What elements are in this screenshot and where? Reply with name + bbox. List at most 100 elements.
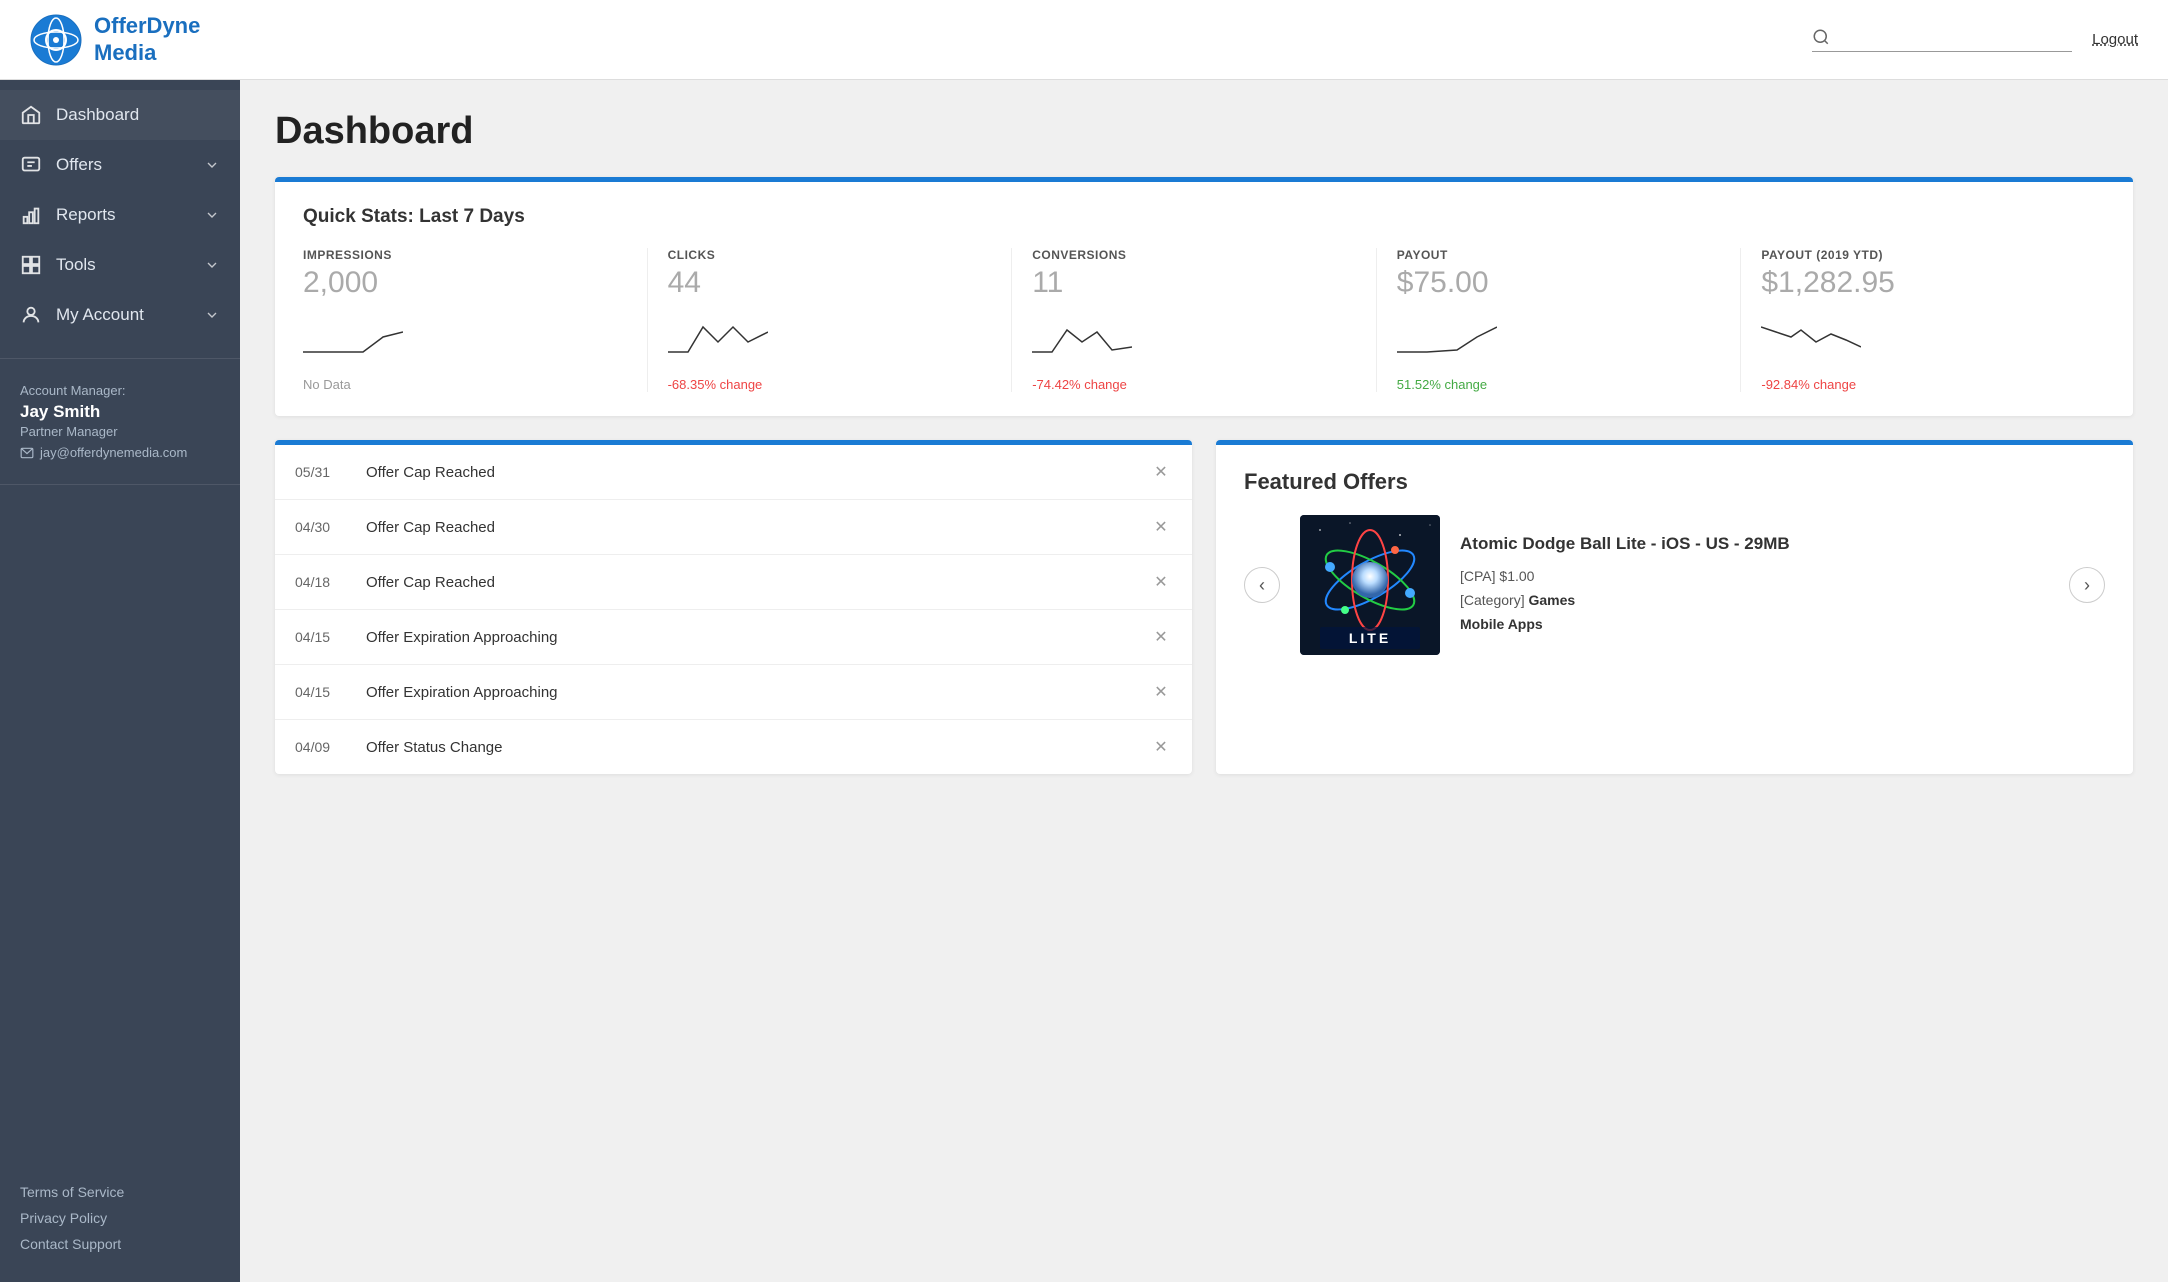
main-layout: Dashboard Offers <box>0 80 2168 1282</box>
quick-stats-card: Quick Stats: Last 7 Days IMPRESSIONS 2,0… <box>275 177 2133 416</box>
featured-offers-card: Featured Offers ‹ <box>1216 440 2133 774</box>
stat-clicks: CLICKS 44 -68.35% change <box>648 248 1013 392</box>
logo-text: OfferDyne Media <box>94 13 200 66</box>
notif-date: 04/09 <box>295 739 350 755</box>
notif-text: Offer Cap Reached <box>366 519 1150 536</box>
stat-label: PAYOUT (2019 YTD) <box>1761 248 2085 262</box>
account-manager-email-row: jay@offerdynemedia.com <box>20 445 220 460</box>
stat-value: 11 <box>1032 266 1356 300</box>
stat-value: $75.00 <box>1397 266 1721 300</box>
sparkline-impressions <box>303 312 403 362</box>
stat-value: 2,000 <box>303 266 627 300</box>
account-manager-name: Jay Smith <box>20 402 220 422</box>
sidebar-divider <box>0 358 240 359</box>
page-title: Dashboard <box>275 110 2133 153</box>
notif-text: Offer Expiration Approaching <box>366 684 1150 701</box>
offer-cpa-value: $1.00 <box>1499 568 1534 584</box>
notif-text: Offer Cap Reached <box>366 574 1150 591</box>
privacy-policy-link[interactable]: Privacy Policy <box>20 1210 220 1226</box>
notifications-card: 05/31 Offer Cap Reached ✕ 04/30 Offer Ca… <box>275 440 1192 774</box>
logo-icon <box>30 14 82 66</box>
stat-label: PAYOUT <box>1397 248 1721 262</box>
offer-category: Games <box>1528 592 1575 608</box>
stat-label: CONVERSIONS <box>1032 248 1356 262</box>
notif-date: 04/15 <box>295 629 350 645</box>
sidebar-item-label: Reports <box>56 205 116 225</box>
notif-close-button[interactable]: ✕ <box>1150 736 1172 758</box>
offer-subcategory: Mobile Apps <box>1460 616 1543 632</box>
notifications-list: 05/31 Offer Cap Reached ✕ 04/30 Offer Ca… <box>275 445 1192 774</box>
home-icon <box>20 104 42 126</box>
sidebar-item-label: Tools <box>56 255 96 275</box>
person-icon <box>20 304 42 326</box>
offer-image: LITE <box>1300 515 1440 655</box>
bottom-grid: 05/31 Offer Cap Reached ✕ 04/30 Offer Ca… <box>275 440 2133 774</box>
search-icon <box>1812 27 1830 47</box>
notif-text: Offer Status Change <box>366 739 1150 756</box>
offer-details: Atomic Dodge Ball Lite - iOS - US - 29MB… <box>1460 533 2049 636</box>
stat-label: CLICKS <box>668 248 992 262</box>
featured-prev-button[interactable]: ‹ <box>1244 567 1280 603</box>
stat-change: -68.35% change <box>668 377 992 392</box>
notif-close-button[interactable]: ✕ <box>1150 626 1172 648</box>
notification-row: 04/30 Offer Cap Reached ✕ <box>275 500 1192 555</box>
notification-row: 04/18 Offer Cap Reached ✕ <box>275 555 1192 610</box>
header-center: Logout <box>230 27 2138 52</box>
contact-support-link[interactable]: Contact Support <box>20 1236 220 1252</box>
chevron-down-icon <box>204 157 220 173</box>
stat-label: IMPRESSIONS <box>303 248 627 262</box>
sparkline-clicks <box>668 312 768 362</box>
notif-close-button[interactable]: ✕ <box>1150 461 1172 483</box>
sidebar-footer: Terms of Service Privacy Policy Contact … <box>0 1164 240 1282</box>
offer-cpa-label: [CPA] <box>1460 568 1499 584</box>
sidebar: Dashboard Offers <box>0 80 240 1282</box>
stat-change: 51.52% change <box>1397 377 1721 392</box>
chat-icon <box>20 154 42 176</box>
logo-area: OfferDyne Media <box>30 13 230 66</box>
search-wrapper <box>1812 27 2072 52</box>
stat-value: 44 <box>668 266 992 300</box>
email-icon <box>20 446 34 460</box>
sidebar-item-label: Dashboard <box>56 105 139 125</box>
featured-offer-row: ‹ <box>1244 515 2105 655</box>
chevron-down-icon <box>204 257 220 273</box>
header: OfferDyne Media Logout <box>0 0 2168 80</box>
grid-icon <box>20 254 42 276</box>
stat-impressions: IMPRESSIONS 2,000 No Data <box>303 248 648 392</box>
stats-row: IMPRESSIONS 2,000 No Data CLICKS 44 <box>303 248 2105 392</box>
logout-button[interactable]: Logout <box>2092 31 2138 48</box>
notif-close-button[interactable]: ✕ <box>1150 516 1172 538</box>
stat-change: -74.42% change <box>1032 377 1356 392</box>
notif-text: Offer Expiration Approaching <box>366 629 1150 646</box>
notif-close-button[interactable]: ✕ <box>1150 681 1172 703</box>
featured-next-button[interactable]: › <box>2069 567 2105 603</box>
terms-of-service-link[interactable]: Terms of Service <box>20 1184 220 1200</box>
account-manager-role: Partner Manager <box>20 424 220 439</box>
sidebar-item-my-account[interactable]: My Account <box>0 290 240 340</box>
quick-stats-inner: Quick Stats: Last 7 Days IMPRESSIONS 2,0… <box>275 182 2133 416</box>
stat-payout: PAYOUT $75.00 51.52% change <box>1377 248 1742 392</box>
sidebar-item-reports[interactable]: Reports <box>0 190 240 240</box>
stat-conversions: CONVERSIONS 11 -74.42% change <box>1012 248 1377 392</box>
sidebar-item-label: Offers <box>56 155 102 175</box>
quick-stats-title: Quick Stats: Last 7 Days <box>303 206 2105 228</box>
sidebar-nav: Dashboard Offers <box>0 80 240 350</box>
bar-chart-icon <box>20 204 42 226</box>
sidebar-item-dashboard[interactable]: Dashboard <box>0 90 240 140</box>
notif-date: 04/18 <box>295 574 350 590</box>
sidebar-item-tools[interactable]: Tools <box>0 240 240 290</box>
sidebar-divider-2 <box>0 484 240 485</box>
sparkline-conversions <box>1032 312 1132 362</box>
account-manager-section: Account Manager: Jay Smith Partner Manag… <box>0 367 240 476</box>
notif-date: 04/15 <box>295 684 350 700</box>
sidebar-item-offers[interactable]: Offers <box>0 140 240 190</box>
notif-close-button[interactable]: ✕ <box>1150 571 1172 593</box>
offer-meta: [CPA] $1.00 [Category] Games Mobile Apps <box>1460 565 2049 636</box>
sparkline-payout <box>1397 312 1497 362</box>
notification-row: 04/15 Offer Expiration Approaching ✕ <box>275 610 1192 665</box>
offer-name: Atomic Dodge Ball Lite - iOS - US - 29MB <box>1460 533 2049 555</box>
search-input[interactable] <box>1838 29 2072 46</box>
notif-date: 05/31 <box>295 464 350 480</box>
offer-category-label: [Category] <box>1460 592 1528 608</box>
chevron-down-icon <box>204 307 220 323</box>
